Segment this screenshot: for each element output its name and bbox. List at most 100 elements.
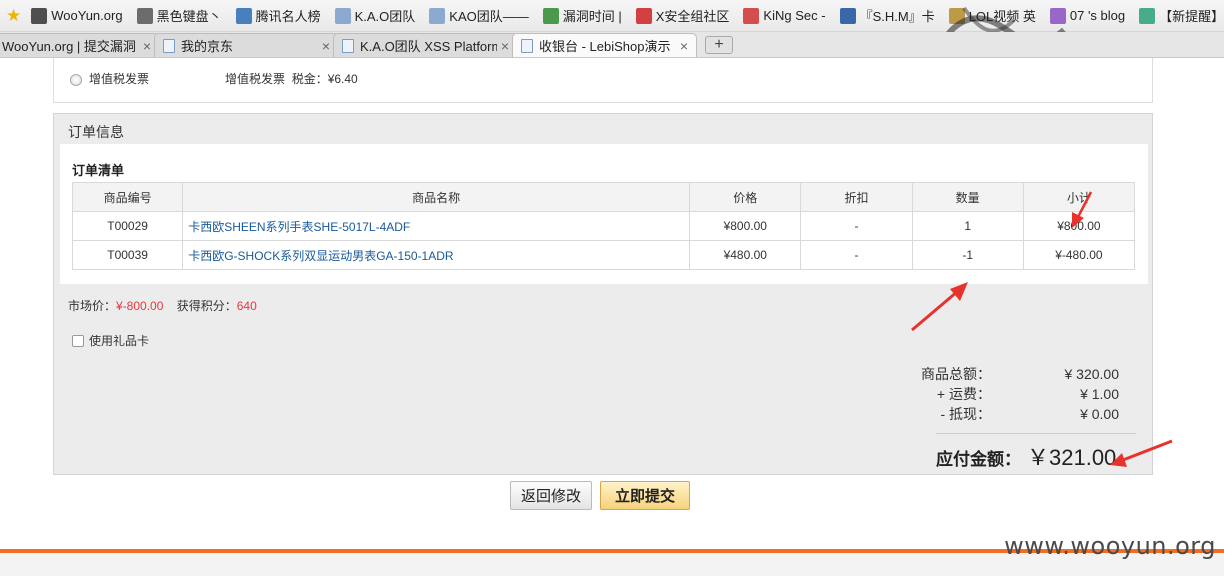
bookmark-item[interactable]: KiNg Sec - [743,7,826,24]
item-name-link[interactable]: 卡西欧G-SHOCK系列双显运动男表GA-150-1ADR [182,240,691,270]
tab-label: WooYun.org | 提交漏洞 [2,39,136,54]
bookmark-label: WooYun.org [51,8,123,23]
qu-icon [839,7,856,24]
giftcard-option[interactable]: 使用礼品卡 [72,332,149,349]
bookmark-label: KAO团队—— [449,9,529,24]
browser-tab[interactable]: 我的京东 × [154,33,339,57]
item-price: ¥480.00 [689,240,802,270]
bookmark-item[interactable]: 漏洞时间 | [542,6,622,25]
browser-tab[interactable]: K.A.O团队 XSS Platform × [333,33,518,57]
giftcard-checkbox[interactable] [72,334,84,347]
bookmark-label: 黑色键盘丶 [156,9,222,24]
lol-icon [948,7,965,24]
page-icon [521,38,533,53]
bookmark-label: 腾讯名人榜 [255,9,321,24]
item-name-link[interactable]: 卡西欧SHEEN系列手表SHE-5017L-4ADF [182,211,691,241]
bookmark-label: 07 's blog [1069,8,1126,23]
page-icon [334,7,351,24]
invoice-option-label: 增值税发票 [89,72,150,86]
page-icon [163,38,175,53]
invoice-detail-label: 增值税发票 [225,72,286,86]
bookmark-item[interactable]: 07 's blog [1049,7,1126,24]
payable-amount: 应付金额： ￥321.00 [936,440,1116,472]
close-icon[interactable]: × [322,38,330,54]
flower-icon [1049,7,1066,24]
watermark-text: www.wooyun.org [1004,532,1216,560]
item-subtotal: ¥800.00 [1022,211,1136,241]
shipping-row: + 运费： ¥ 1.00 [904,384,1119,404]
points-value: 640 [236,299,257,313]
discount-value: ¥ 0.00 [1080,406,1119,422]
bookmark-item[interactable]: KAO团队—— [429,6,529,25]
tab-list: WooYun.org | 提交漏洞 × 我的京东 × K.A.O团队 XSS Platf… [0,32,697,57]
bookmark-item[interactable]: K.A.O团队 [334,6,416,25]
points-label: 获得积分： [176,299,237,313]
market-price-label: 市场价： [68,299,117,313]
tab-label: 我的京东 [181,39,234,54]
item-code: T00039 [71,240,184,270]
submit-order-button[interactable]: 立即提交 [600,481,690,510]
bookmark-label: K.A.O团队 [354,9,416,24]
search-icon [542,7,559,24]
bookmark-item[interactable]: 【新提醒】 [1139,6,1224,25]
bookmark-label: X安全组社区 [655,9,730,24]
wooyun-icon [31,7,48,24]
table-row: T00039 卡西欧G-SHOCK系列双显运动男表GA-150-1ADR ¥48… [71,240,1136,270]
invoice-radio[interactable] [70,74,82,86]
column-header-price: 价格 [689,182,802,212]
total-goods-row: 商品总额： ¥ 320.00 [904,364,1119,384]
item-code: T00029 [71,211,184,241]
shield-icon [235,7,252,24]
bookmark-label: 漏洞时间 | [562,9,622,24]
new-tab-button[interactable]: + [705,36,733,54]
item-qty: -1 [911,240,1024,270]
table-row: T00029 卡西欧SHEEN系列手表SHE-5017L-4ADF ¥800.0… [71,211,1136,241]
totals-divider [936,433,1136,434]
order-section-title: 订单信息 [68,124,124,140]
item-discount: - [800,240,913,270]
payable-value: ￥321.00 [1027,445,1117,470]
market-summary: 市场价：¥-800.00 获得积分：640 [68,297,257,314]
browser-tab[interactable]: 收银台 - LebiShop演示 × [512,33,697,57]
back-edit-button[interactable]: 返回修改 [510,481,592,510]
shield-check-icon [1139,7,1156,24]
discount-label: - 抵现： [940,406,991,422]
tab-label: 收银台 - LebiShop演示 [539,39,671,54]
close-icon[interactable]: × [143,38,151,54]
goods-total-value: ¥ 320.00 [1064,366,1120,382]
giftcard-label: 使用礼品卡 [89,334,150,348]
payable-label: 应付金额： [936,450,1021,469]
tab-strip: WooYun.org | 提交漏洞 × 我的京东 × K.A.O团队 XSS Platf… [0,32,1224,58]
bookmark-item[interactable]: WooYun.org [31,7,123,24]
bookmark-label: KiNg Sec - [763,8,826,23]
star-icon[interactable]: ★ [6,6,21,26]
checkout-page: 增值税发票 增值税发票 税金：¥6.40 订单信息 订单清单 商品编号 商品名称… [0,58,1224,576]
close-icon[interactable]: × [680,38,688,54]
shipping-label: + 运费： [936,386,991,402]
order-list-title: 订单清单 [72,163,125,178]
bookmark-item[interactable]: LOL视频 英 [948,6,1036,25]
page-icon [342,38,354,53]
column-header-name: 商品名称 [182,182,691,212]
bookmark-item[interactable]: X安全组社区 [635,6,730,25]
market-price-value: ¥-800.00 [116,299,164,313]
bookmark-list: WooYun.org 黑色键盘丶 腾讯名人榜 K.A.O团队 KAO团队—— 漏洞时间 |… [31,6,1224,25]
discount-row: - 抵现： ¥ 0.00 [904,404,1119,424]
browser-tab[interactable]: WooYun.org | 提交漏洞 × [0,33,160,57]
item-price: ¥800.00 [689,211,802,241]
goods-total-label: 商品总额： [921,366,991,382]
item-qty: 1 [911,211,1024,241]
bookmark-item[interactable]: 黑色键盘丶 [136,6,222,25]
column-header-qty: 数量 [911,182,1024,212]
item-discount: - [800,211,913,241]
close-icon[interactable]: × [501,38,509,54]
shipping-value: ¥ 1.00 [1080,386,1119,402]
page-icon [429,7,446,24]
invoice-tax: 税金：¥6.40 [291,72,358,86]
bookmark-item[interactable]: 『S.H.M』卡 [839,6,935,25]
totals-panel: 商品总额： ¥ 320.00 + 运费： ¥ 1.00 - 抵现： ¥ 0.00 [904,364,1119,424]
column-header-subtotal: 小计 [1022,182,1136,212]
bookmark-label: LOL视频 英 [968,9,1036,24]
column-header-code: 商品编号 [71,182,184,212]
bookmark-item[interactable]: 腾讯名人榜 [235,6,321,25]
